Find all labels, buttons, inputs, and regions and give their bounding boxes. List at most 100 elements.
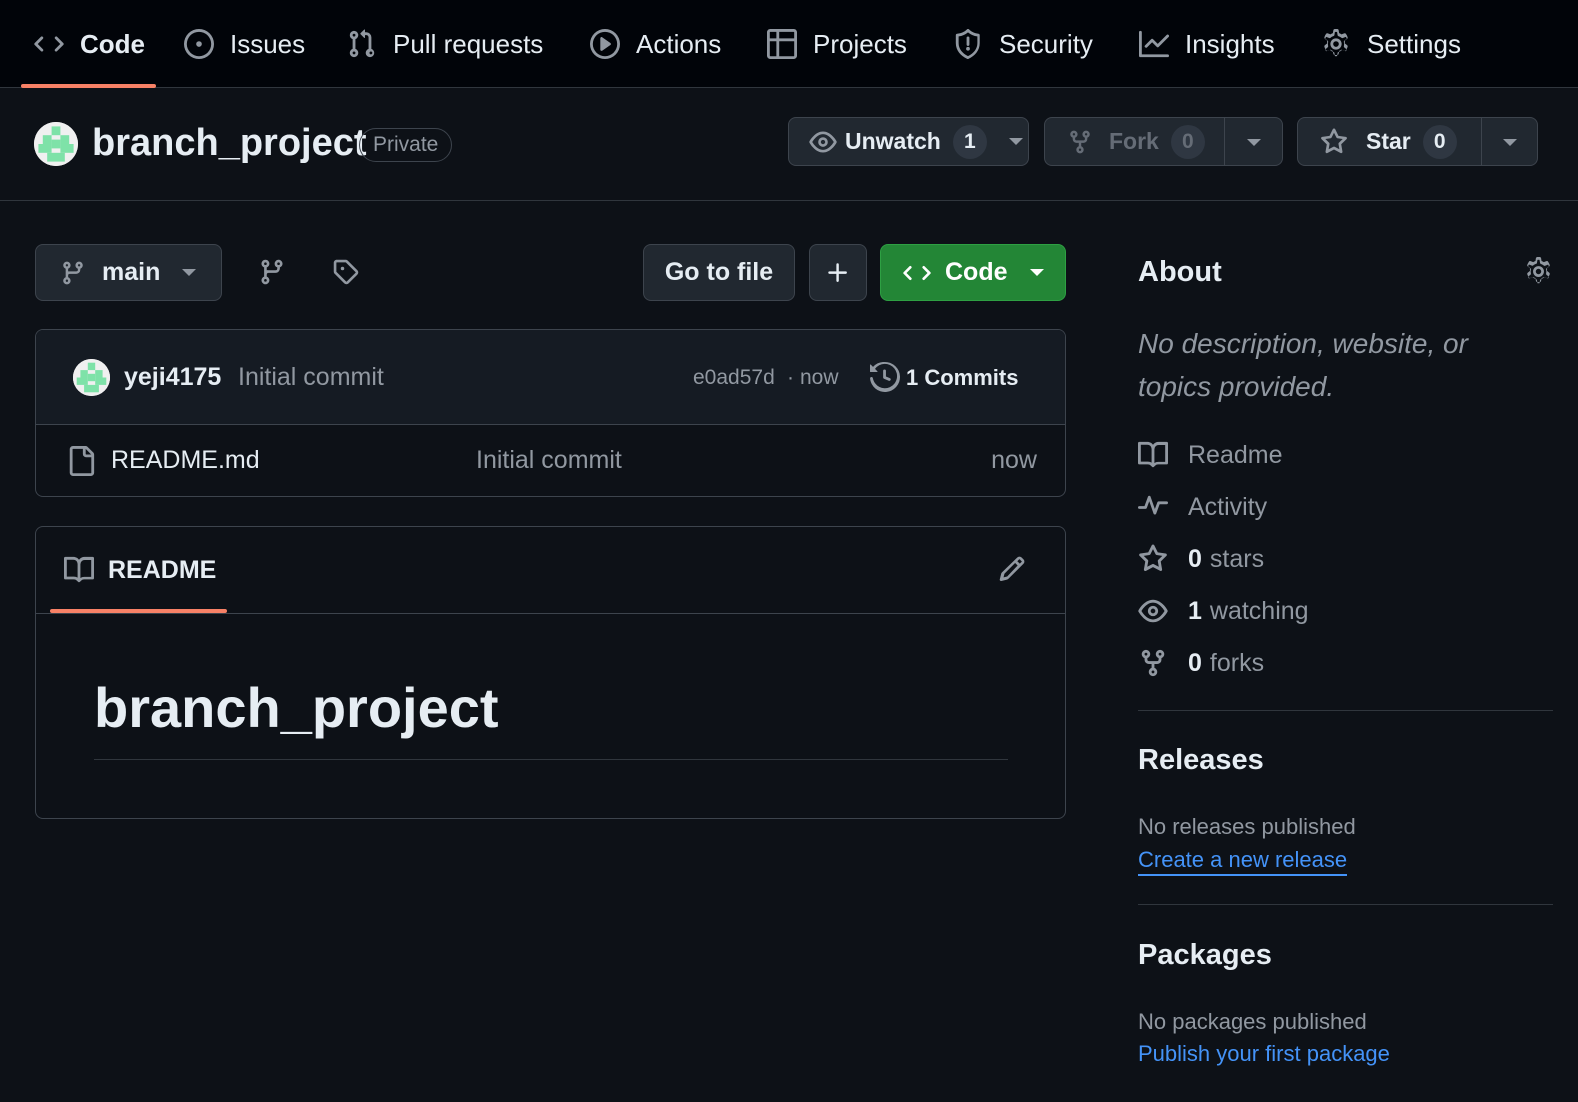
stars-link[interactable]: 0 stars xyxy=(1138,541,1264,577)
star-label: Star xyxy=(1366,128,1411,154)
tab-insights-label: Insights xyxy=(1185,28,1275,59)
sidebar-divider xyxy=(1138,904,1553,905)
about-title: About xyxy=(1138,256,1222,288)
file-row[interactable]: README.md Initial commit now xyxy=(36,426,1065,496)
fork-label: Fork xyxy=(1109,128,1159,154)
unwatch-label: Unwatch xyxy=(845,128,941,154)
releases-empty-text: No releases published xyxy=(1138,814,1356,839)
star-split-divider xyxy=(1481,118,1482,165)
readme-header-divider xyxy=(36,613,1065,614)
eye-icon xyxy=(809,128,837,156)
readme-tab[interactable]: README xyxy=(50,527,227,613)
tab-code-label: Code xyxy=(80,28,145,59)
about-description: No description, website, or topics provi… xyxy=(1138,328,1468,402)
gear-icon[interactable] xyxy=(1524,257,1553,286)
packages-empty-text: No packages published xyxy=(1138,1009,1367,1034)
star-counter: 0 xyxy=(1422,124,1457,159)
chevron-down-icon[interactable] xyxy=(1247,139,1261,146)
file-commit-message[interactable]: Initial commit xyxy=(476,446,622,475)
code-dropdown-button[interactable]: Code xyxy=(880,244,1066,301)
readme-panel: README branch_project xyxy=(35,526,1066,819)
forks-label: forks xyxy=(1209,648,1265,677)
star-icon xyxy=(1320,127,1348,156)
tab-projects[interactable]: Projects xyxy=(767,0,907,88)
history-icon xyxy=(870,362,900,392)
code-icon xyxy=(903,259,931,287)
readme-link[interactable]: Readme xyxy=(1138,437,1283,473)
add-file-button[interactable] xyxy=(809,244,867,301)
tab-security-label: Security xyxy=(999,28,1093,59)
commit-author-avatar[interactable] xyxy=(73,359,110,396)
forks-count: 0 xyxy=(1188,648,1202,677)
commit-message[interactable]: Initial commit xyxy=(238,363,384,392)
readme-tab-label: README xyxy=(108,555,217,584)
tab-settings[interactable]: Settings xyxy=(1321,0,1461,88)
fork-icon xyxy=(1138,648,1168,678)
fork-button[interactable]: Fork 0 xyxy=(1044,117,1283,166)
eye-icon xyxy=(1138,596,1168,626)
shield-icon xyxy=(953,29,983,59)
readme-link-label: Readme xyxy=(1188,440,1283,469)
tab-issues[interactable]: Issues xyxy=(184,0,305,88)
create-release-link[interactable]: Create a new release xyxy=(1138,847,1348,876)
branches-icon[interactable] xyxy=(258,258,286,286)
sidebar-divider xyxy=(1138,710,1553,711)
file-name[interactable]: README.md xyxy=(111,446,260,475)
star-button[interactable]: Star 0 xyxy=(1297,117,1538,166)
watchers-link[interactable]: 1 watching xyxy=(1138,593,1309,629)
latest-commit-bar: yeji4175 Initial commit e0ad57d · now 1 … xyxy=(36,330,1065,425)
tab-pull-requests[interactable]: Pull requests xyxy=(347,0,543,88)
commit-time: now xyxy=(800,366,839,389)
table-icon xyxy=(767,29,797,59)
pulse-icon xyxy=(1138,492,1168,522)
branch-selector[interactable]: main xyxy=(35,244,222,301)
go-to-file-button[interactable]: Go to file xyxy=(643,244,795,301)
tab-insights[interactable]: Insights xyxy=(1139,0,1275,88)
pencil-icon[interactable] xyxy=(998,555,1026,583)
tab-code[interactable]: Code xyxy=(34,0,145,88)
tab-actions[interactable]: Actions xyxy=(590,0,721,88)
chevron-down-icon xyxy=(1008,138,1023,145)
book-icon xyxy=(1138,440,1168,470)
file-icon xyxy=(66,446,96,476)
repo-header: branch_project Private Unwatch 1 Fork 0 … xyxy=(0,88,1578,201)
forks-link[interactable]: 0 forks xyxy=(1138,645,1264,681)
file-time: now xyxy=(991,446,1037,474)
book-icon xyxy=(64,555,94,585)
stars-count: 0 xyxy=(1188,544,1202,573)
readme-heading: branch_project xyxy=(94,676,499,739)
repo-owner-avatar[interactable] xyxy=(34,122,78,166)
graph-icon xyxy=(1139,29,1169,59)
star-icon xyxy=(1138,544,1168,574)
tab-projects-label: Projects xyxy=(813,28,907,59)
releases-title[interactable]: Releases xyxy=(1138,744,1264,777)
unwatch-button[interactable]: Unwatch 1 xyxy=(788,117,1029,166)
activity-link-label: Activity xyxy=(1188,492,1268,521)
pull-request-icon xyxy=(347,29,377,59)
activity-link[interactable]: Activity xyxy=(1138,489,1267,525)
packages-title[interactable]: Packages xyxy=(1138,939,1272,972)
repo-nav-bar: Code Issues Pull requests Actions Projec… xyxy=(0,0,1578,88)
tab-settings-label: Settings xyxy=(1367,28,1461,59)
fork-counter: 0 xyxy=(1170,124,1205,159)
fork-icon xyxy=(1067,129,1093,155)
code-button-label: Code xyxy=(945,258,1008,286)
commit-separator: · xyxy=(787,366,794,389)
tag-icon[interactable] xyxy=(332,258,360,286)
commit-author[interactable]: yeji4175 xyxy=(124,363,221,392)
file-browser: yeji4175 Initial commit e0ad57d · now 1 … xyxy=(35,329,1066,497)
tab-security[interactable]: Security xyxy=(953,0,1093,88)
watching-count: 1 xyxy=(1188,596,1202,625)
tab-issues-label: Issues xyxy=(230,28,306,59)
chevron-down-icon[interactable] xyxy=(1503,139,1517,146)
plus-icon xyxy=(825,260,851,286)
repo-name[interactable]: branch_project xyxy=(92,122,367,165)
publish-package-link[interactable]: Publish your first package xyxy=(1138,1041,1390,1067)
commit-hash[interactable]: e0ad57d xyxy=(693,366,775,390)
issue-icon xyxy=(184,29,214,59)
go-to-file-label: Go to file xyxy=(664,258,774,286)
watch-counter: 1 xyxy=(952,124,987,159)
commits-link[interactable]: 1 Commits xyxy=(906,365,1018,391)
code-icon xyxy=(34,29,64,59)
readme-heading-rule xyxy=(94,759,1008,760)
